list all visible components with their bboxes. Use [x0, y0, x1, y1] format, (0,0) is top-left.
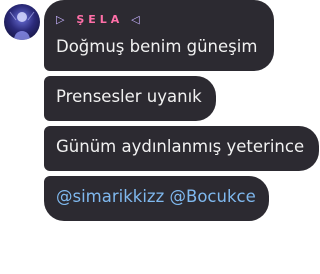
- mention-link[interactable]: @simarikkizz: [56, 187, 164, 206]
- message-bubble-2[interactable]: Prensesler uyanık: [44, 76, 216, 121]
- message-bubble-4[interactable]: @simarikkizz @Bocukce: [44, 176, 269, 221]
- mention-link[interactable]: @Bocukce: [170, 187, 256, 206]
- message-bubble-1[interactable]: ▷ ŞELA ◁ Doğmuş benim güneşim: [44, 0, 274, 71]
- avatar-figure-icon: [9, 11, 35, 40]
- message-bubble-3[interactable]: Günüm aydınlanmış yeterince: [44, 126, 319, 171]
- sender-left-mark: ▷: [56, 13, 69, 26]
- message-text: Prensesler uyanık: [56, 87, 202, 106]
- message-text: Günüm aydınlanmış yeterince: [56, 137, 305, 156]
- message-text: Doğmuş benim güneşim: [56, 37, 258, 56]
- sender-right-mark: ◁: [131, 13, 144, 26]
- avatar[interactable]: [4, 4, 40, 40]
- chat-thread: ▷ ŞELA ◁ Doğmuş benim güneşim Prensesler…: [0, 0, 320, 274]
- sender-name-text: ŞELA: [76, 13, 124, 26]
- sender-name[interactable]: ▷ ŞELA ◁: [56, 13, 144, 26]
- mentions-line: @simarikkizz @Bocukce: [56, 187, 256, 206]
